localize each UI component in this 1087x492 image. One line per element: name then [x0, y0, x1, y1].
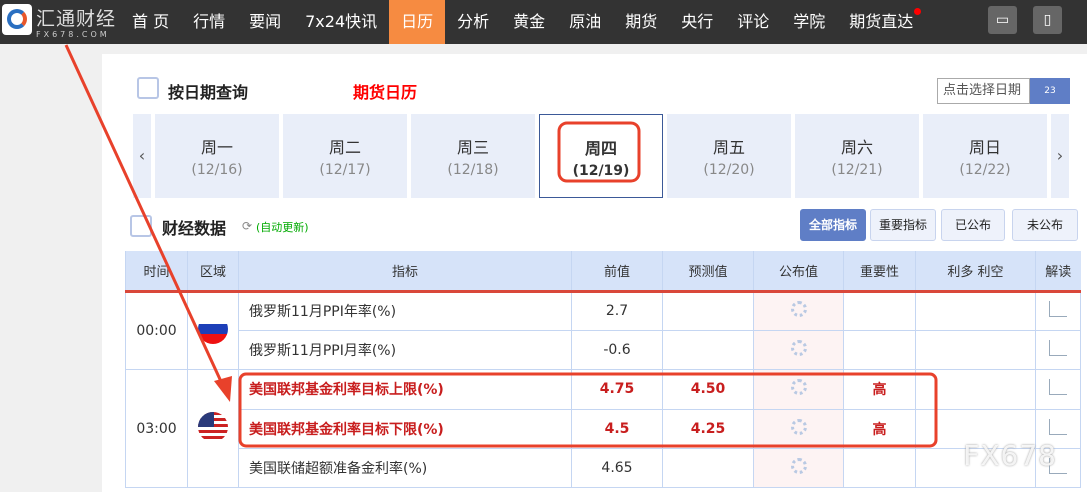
annotation-circle	[557, 121, 641, 183]
annotation-overlay	[64, 44, 938, 448]
annotation-arrow	[64, 44, 226, 389]
annotation-arrowhead	[214, 376, 232, 402]
annotation-box	[238, 372, 938, 448]
